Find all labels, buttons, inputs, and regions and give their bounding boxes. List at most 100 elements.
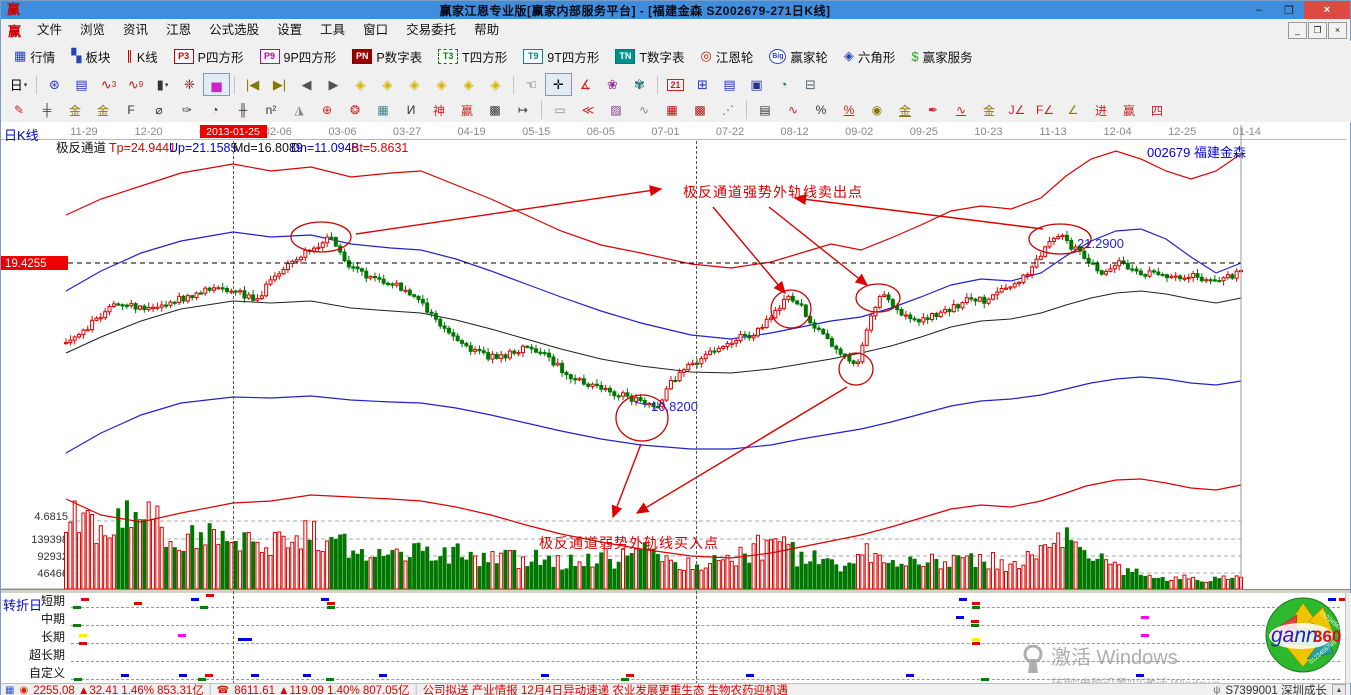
angle-measure-icon[interactable]: ∡ [572, 73, 599, 96]
close-button[interactable]: × [1304, 1, 1350, 19]
kline-button[interactable]: ∥K线 [119, 44, 164, 68]
percent-icon[interactable]: % [807, 100, 835, 121]
flower-icon[interactable]: ❀ [599, 73, 626, 96]
gold-channel-icon[interactable]: 金 [975, 100, 1003, 121]
pane-divider[interactable] [1, 589, 1350, 593]
diamond-plus-icon[interactable]: ◈ [455, 73, 482, 96]
brush-icon[interactable]: ✒ [919, 100, 947, 121]
purple-x-icon[interactable]: ▨ [602, 100, 630, 121]
fan-lines-icon[interactable]: ≪ [574, 100, 602, 121]
wave3-icon[interactable]: ∿3 [95, 73, 122, 96]
spiral-icon[interactable]: ⌀ [145, 100, 173, 121]
t-square-button[interactable]: T3T四方形 [431, 44, 514, 68]
grid-123-icon[interactable]: ▩ [481, 100, 509, 121]
last-bar-icon[interactable]: ▶| [266, 73, 293, 96]
bar-scale-icon[interactable]: ▤ [751, 100, 779, 121]
menu-item-帮助[interactable]: 帮助 [465, 19, 508, 41]
gold-sieve1-icon[interactable]: 金 [61, 100, 89, 121]
child-close-button[interactable]: × [1328, 22, 1347, 39]
menu-item-公式选股[interactable]: 公式选股 [200, 19, 268, 41]
ying2-icon[interactable]: 赢 [1115, 100, 1143, 121]
menu-item-资讯[interactable]: 资讯 [114, 19, 157, 41]
shen-icon[interactable]: 神 [425, 100, 453, 121]
menu-item-交易委托[interactable]: 交易委托 [397, 19, 465, 41]
printer-icon[interactable]: ⊟ [797, 73, 824, 96]
hand-pointer-icon[interactable]: ☜ [518, 73, 545, 96]
menu-item-窗口[interactable]: 窗口 [354, 19, 397, 41]
p-number-table-button[interactable]: PNP数字表 [345, 44, 429, 68]
calculator-icon[interactable]: ⊞ [689, 73, 716, 96]
prev-bar-icon[interactable]: ◀ [293, 73, 320, 96]
star-burst-icon[interactable]: ❂ [341, 100, 369, 121]
valley-icon[interactable]: ∿ [630, 100, 658, 121]
restore-button[interactable]: ❐ [1274, 1, 1304, 19]
net-chart-icon[interactable]: ⊛ [41, 73, 68, 96]
colored-histogram-icon[interactable]: ▅ [203, 73, 230, 96]
gold-angle-icon[interactable]: ∠ [1059, 100, 1087, 121]
red-grid-icon[interactable]: ▦ [369, 100, 397, 121]
wave-channel-icon[interactable]: ∿ [947, 100, 975, 121]
red-matrix2-icon[interactable]: ▩ [686, 100, 714, 121]
gold-circle-icon[interactable]: ◉ [863, 100, 891, 121]
first-bar-icon[interactable]: |◀ [239, 73, 266, 96]
ticker-scroll-up-button[interactable]: ▲ [1332, 684, 1346, 695]
minimize-button[interactable]: – [1244, 1, 1274, 19]
gann-grid-icon[interactable]: ╪ [33, 100, 61, 121]
gann-wheel-button[interactable]: ◎江恩轮 [694, 44, 761, 68]
diamond-h-icon[interactable]: ◈ [401, 73, 428, 96]
next-bar-icon[interactable]: ▶ [320, 73, 347, 96]
f-angle-icon[interactable]: F∠ [1031, 100, 1059, 121]
child-minimize-button[interactable]: _ [1288, 22, 1307, 39]
menu-item-文件[interactable]: 文件 [28, 19, 71, 41]
diamond-x-icon[interactable]: ◈ [428, 73, 455, 96]
hexagon-button[interactable]: ◈六角形 [837, 44, 903, 68]
frame-icon[interactable]: ▭ [546, 100, 574, 121]
child-restore-button[interactable]: ❐ [1308, 22, 1327, 39]
world-clock-icon[interactable]: ◔ [770, 73, 797, 96]
nine-p-square-button[interactable]: P99P四方形 [253, 44, 344, 68]
sector-blocks-button[interactable]: ▚板块 [64, 44, 117, 68]
menu-item-工具[interactable]: 工具 [311, 19, 354, 41]
kline-chart[interactable]: 11-2912-2001-1802-0603-0603-2704-1905-15… [1, 125, 1351, 593]
winner-wheel-button[interactable]: Big赢家轮 [762, 44, 835, 68]
crosshair-icon[interactable]: ✛ [545, 73, 572, 96]
angle-a-icon[interactable]: ◮ [285, 100, 313, 121]
info-doc-icon[interactable]: ▤ [68, 73, 95, 96]
percent-line-icon[interactable]: % [835, 100, 863, 121]
period-day-selector[interactable]: 日▾ [5, 73, 32, 96]
slant-lines-icon[interactable]: ⋰ [714, 100, 742, 121]
news-ticker[interactable]: 公司拟送 产业情报 12月4日异动速递 农业发展更重生态 生物农药迎机遇 [423, 682, 1209, 695]
menu-item-浏览[interactable]: 浏览 [71, 19, 114, 41]
diamond-left-icon[interactable]: ◈ [347, 73, 374, 96]
quote-table-button[interactable]: ▦行情 [7, 44, 62, 68]
n-square-icon[interactable]: n² [257, 100, 285, 121]
ying-icon[interactable]: 赢 [453, 100, 481, 121]
t-number-table-button[interactable]: TNT数字表 [608, 44, 691, 68]
four-icon[interactable]: 四 [1143, 100, 1171, 121]
p-square-button[interactable]: P3P四方形 [167, 44, 251, 68]
crab-icon[interactable]: ✾ [626, 73, 653, 96]
clock-wheel-icon[interactable]: ◔ [201, 100, 229, 121]
candle-style-selector[interactable]: ▮▾ [149, 73, 176, 96]
diamond-star-icon[interactable]: ◈ [482, 73, 509, 96]
winner-service-button[interactable]: $赢家服务 [904, 44, 979, 68]
marker-pen-icon[interactable]: ✑ [173, 100, 201, 121]
calendar-icon[interactable]: 21 [662, 73, 689, 96]
red-matrix-icon[interactable]: ▦ [658, 100, 686, 121]
grid2-icon[interactable]: ╫ [229, 100, 257, 121]
gold-sieve2-icon[interactable]: 金 [89, 100, 117, 121]
menu-item-设置[interactable]: 设置 [268, 19, 311, 41]
percent-wave-icon[interactable]: ∿ [779, 100, 807, 121]
pencil-tool-icon[interactable]: ✎ [5, 100, 33, 121]
notepad-icon[interactable]: ▤ [716, 73, 743, 96]
span-arrow-icon[interactable]: ↦ [509, 100, 537, 121]
menu-item-江恩[interactable]: 江恩 [157, 19, 200, 41]
i-quote-icon[interactable]: И [397, 100, 425, 121]
advance-angle-icon[interactable]: 进 [1087, 100, 1115, 121]
nine-t-square-button[interactable]: T99T四方形 [516, 44, 606, 68]
knot-icon[interactable]: ❈ [176, 73, 203, 96]
save-icon[interactable]: ▣ [743, 73, 770, 96]
f-ruler-icon[interactable]: F [117, 100, 145, 121]
j-angle-icon[interactable]: J∠ [1003, 100, 1031, 121]
wave9-icon[interactable]: ∿9 [122, 73, 149, 96]
